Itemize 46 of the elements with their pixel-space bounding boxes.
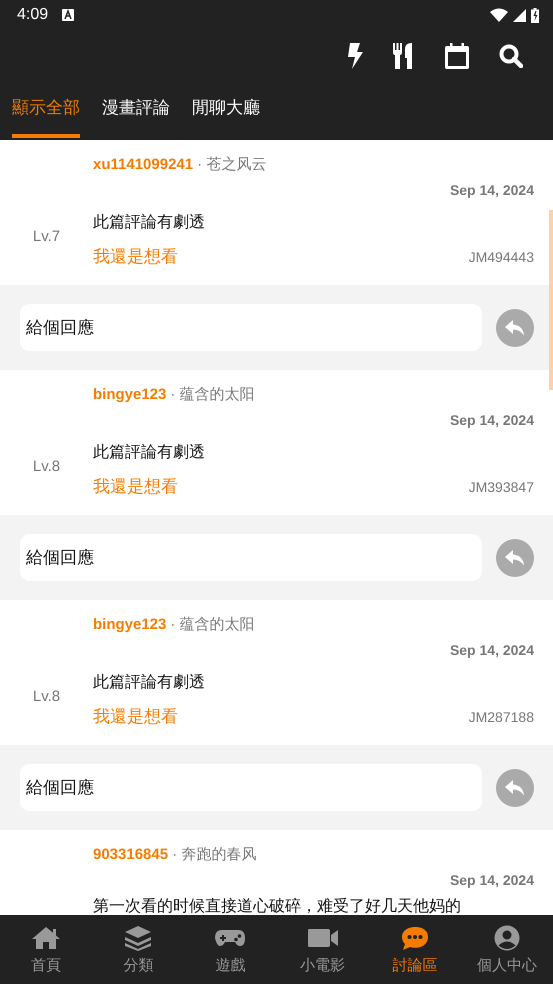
nickname: · 蕴含的太阳 — [170, 615, 255, 634]
nav-tab[interactable]: 個人中心 — [460, 915, 553, 984]
reply-icon — [505, 550, 525, 566]
tab[interactable]: 漫畫評論 — [102, 82, 170, 140]
notification-icon — [62, 9, 74, 21]
reply-icon — [505, 780, 525, 796]
home-icon — [31, 924, 62, 950]
nav-tab[interactable]: 遊戲 — [184, 915, 277, 984]
comic-id: JM393847 — [468, 478, 534, 494]
nickname: · 蕴含的太阳 — [170, 385, 255, 404]
user-level: Lv.7 — [32, 227, 60, 245]
layers-icon — [123, 924, 154, 950]
comment-text: 此篇評論有劇透 — [93, 672, 206, 693]
calendar-icon[interactable] — [445, 43, 469, 69]
comment-date: Sep 14, 2024 — [450, 182, 534, 198]
fork-knife-icon[interactable] — [393, 43, 415, 69]
battery-icon — [531, 8, 539, 22]
nav-tab[interactable]: 討論區 — [368, 915, 461, 984]
reply-icon — [505, 320, 525, 336]
lightning-icon[interactable] — [347, 43, 363, 69]
signal-icon — [513, 8, 526, 22]
comment-date: Sep 14, 2024 — [450, 412, 534, 428]
user-level: Lv.8 — [32, 687, 60, 705]
comment-text: 此篇評論有劇透 — [93, 212, 206, 233]
nav-tab[interactable]: 首頁 — [0, 915, 92, 984]
tab[interactable]: 閒聊大廳 — [192, 82, 260, 140]
person-icon — [492, 924, 522, 950]
comment-text: 此篇評論有劇透 — [93, 442, 206, 463]
tab[interactable]: 顯示全部 — [12, 82, 80, 140]
comment-date: Sep 14, 2024 — [450, 872, 534, 888]
chat-bubble-icon — [400, 924, 430, 950]
nav-tab[interactable]: 分類 — [92, 915, 184, 984]
wifi-icon — [490, 8, 508, 22]
comment-date: Sep 14, 2024 — [450, 642, 534, 658]
nickname: · 奔跑的春风 — [172, 845, 256, 864]
reply-input-field[interactable]: 給個回應 — [20, 304, 482, 351]
status-time: 4:09 — [17, 6, 48, 24]
reply-input-field[interactable]: 給個回應 — [20, 534, 482, 581]
comment-text: 第一次看的时候直接道心破碎，难受了好几天他妈的 — [93, 898, 462, 915]
nav-tab[interactable]: 小電影 — [276, 915, 369, 984]
user-level: Lv.8 — [32, 457, 60, 475]
comic-id: JM287188 — [468, 708, 534, 724]
search-icon[interactable] — [499, 44, 523, 68]
reply-input-field[interactable]: 給個回應 — [20, 764, 482, 811]
nickname: · 苍之风云 — [197, 155, 266, 174]
comic-id: JM494443 — [468, 248, 534, 264]
